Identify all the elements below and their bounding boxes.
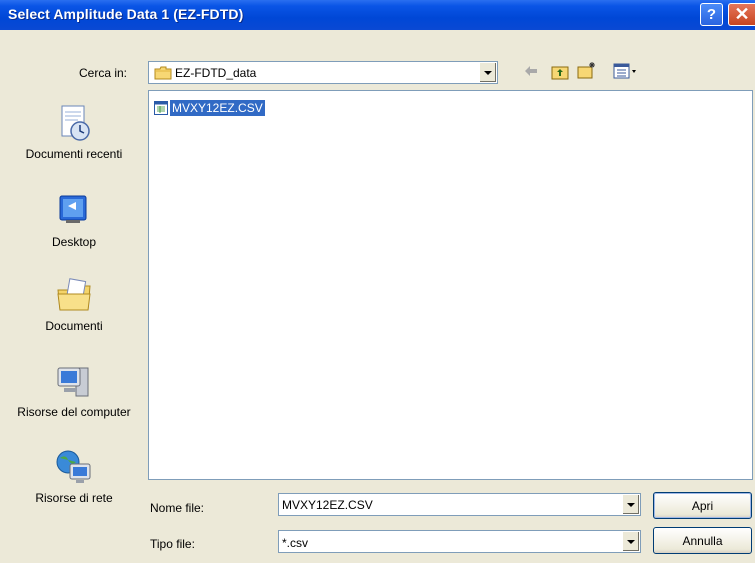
file-type-value: *.csv	[282, 536, 309, 550]
place-label: Risorse del computer	[17, 405, 131, 419]
place-risorse-computer[interactable]: Risorse del computer	[8, 362, 140, 419]
file-name-label: Nome file:	[150, 501, 205, 515]
file-name: MVXY12EZ.CSV	[170, 100, 265, 116]
file-name-input[interactable]: MVXY12EZ.CSV	[278, 493, 641, 516]
file-list[interactable]: MVXY12EZ.CSV	[148, 90, 753, 480]
back-arrow-icon[interactable]	[523, 63, 539, 79]
chevron-down-icon[interactable]	[622, 532, 639, 551]
place-risorse-rete[interactable]: Risorse di rete	[8, 448, 140, 505]
place-label: Documenti	[45, 319, 103, 333]
place-label: Documenti recenti	[25, 147, 123, 161]
close-button[interactable]: ✕	[728, 3, 755, 26]
place-label: Risorse di rete	[35, 491, 113, 505]
chevron-down-icon[interactable]	[479, 63, 496, 82]
folder-icon	[154, 66, 172, 80]
file-type-label: Tipo file:	[150, 537, 195, 551]
place-desktop[interactable]: Desktop	[8, 192, 140, 249]
place-label: Desktop	[51, 235, 97, 249]
csv-file-icon	[154, 101, 168, 115]
look-in-value: EZ-FDTD_data	[175, 66, 257, 80]
open-button[interactable]: Apri	[653, 492, 752, 519]
network-places-icon	[56, 450, 91, 483]
chevron-down-icon[interactable]	[622, 495, 639, 514]
up-folder-icon[interactable]	[551, 63, 569, 80]
window-title: Select Amplitude Data 1 (EZ-FDTD)	[8, 6, 244, 22]
recent-documents-icon	[61, 105, 90, 141]
help-button[interactable]: ?	[700, 3, 723, 26]
places-bar: Documenti recenti Desktop Documenti Riso…	[8, 92, 140, 522]
new-folder-icon[interactable]	[577, 61, 597, 80]
look-in-dropdown[interactable]: EZ-FDTD_data	[148, 61, 498, 84]
look-in-label: Cerca in:	[79, 66, 128, 80]
file-name-value: MVXY12EZ.CSV	[282, 498, 373, 512]
file-item[interactable]: MVXY12EZ.CSV	[154, 99, 265, 117]
place-documenti-recenti[interactable]: Documenti recenti	[8, 104, 140, 161]
my-documents-icon	[57, 278, 91, 311]
my-computer-icon	[57, 367, 89, 397]
file-type-dropdown[interactable]: *.csv	[278, 530, 641, 553]
desktop-icon	[59, 195, 87, 223]
title-bar[interactable]: Select Amplitude Data 1 (EZ-FDTD) ? ✕	[0, 0, 755, 30]
cancel-button[interactable]: Annulla	[653, 527, 752, 554]
place-documenti[interactable]: Documenti	[8, 276, 140, 333]
view-menu-icon[interactable]	[613, 63, 637, 79]
